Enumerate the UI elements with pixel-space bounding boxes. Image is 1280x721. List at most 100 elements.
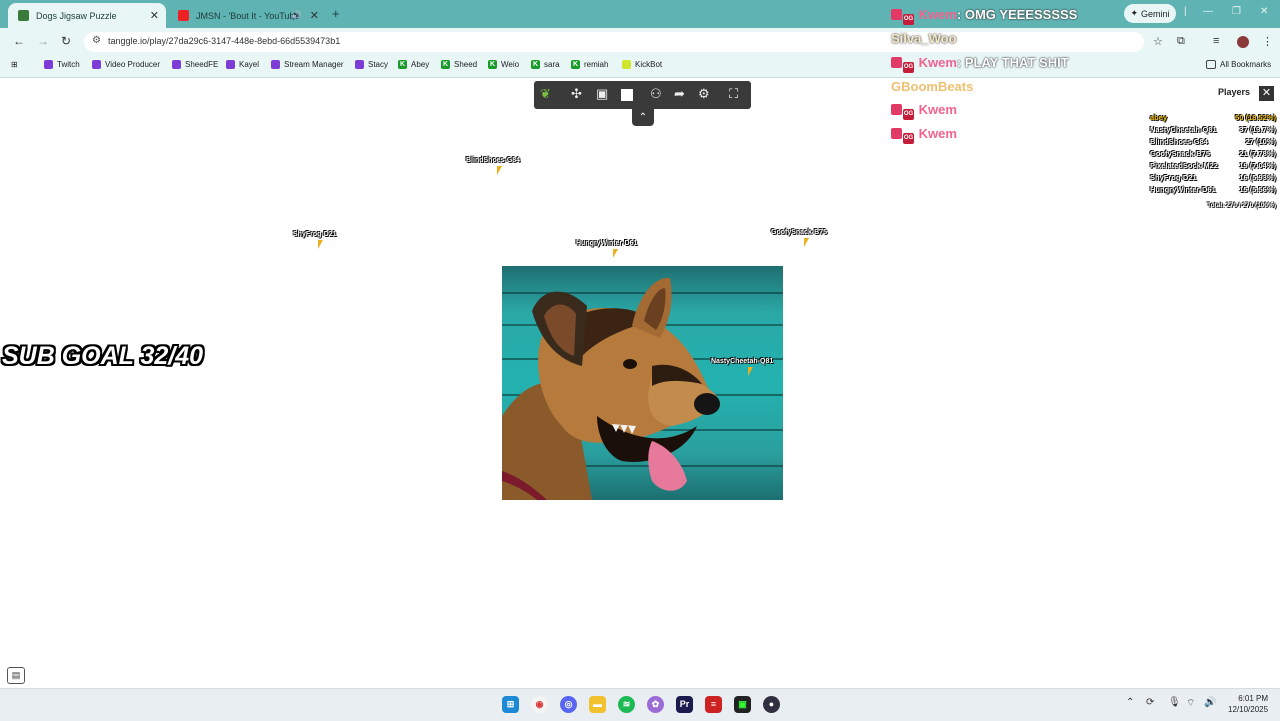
twitch-icon bbox=[172, 60, 181, 69]
og-badge-icon: OG bbox=[903, 133, 914, 144]
fullscreen-icon[interactable]: ⛶ bbox=[729, 86, 738, 102]
media-icon[interactable]: ≡ bbox=[1213, 35, 1219, 47]
background-color-icon[interactable] bbox=[621, 89, 633, 101]
share-icon[interactable]: ➦ bbox=[674, 86, 685, 102]
volume-icon[interactable]: 🔊 bbox=[1204, 697, 1216, 708]
file-explorer-icon[interactable]: ▬ bbox=[589, 696, 606, 713]
chat-message: OG Kwem ABEY THIS WAS IT bbox=[891, 102, 1078, 120]
cursor-arrow-icon bbox=[613, 249, 618, 258]
new-tab-button[interactable]: + bbox=[332, 6, 340, 21]
puzzle-favicon-icon bbox=[18, 10, 29, 21]
kick-app-icon[interactable]: ▣ bbox=[734, 696, 751, 713]
dog-illustration bbox=[502, 277, 720, 500]
chat-badge-icon bbox=[891, 9, 902, 20]
collapse-toolbar-button[interactable]: ⌃ bbox=[632, 109, 654, 126]
cursor-arrow-icon bbox=[497, 166, 502, 175]
bookmark-sheed[interactable]: K Sheed bbox=[441, 60, 477, 69]
speaker-icon[interactable]: 🔊 bbox=[291, 10, 302, 21]
menu-icon[interactable]: ⋮ bbox=[1262, 35, 1273, 48]
player-score: 21 (7.78%) bbox=[1239, 149, 1276, 158]
forward-arrow-icon[interactable]: → bbox=[37, 34, 49, 48]
player-cursor: HungryWinter-D61 bbox=[576, 240, 637, 258]
completed-puzzle-image[interactable] bbox=[502, 266, 783, 500]
obs-icon[interactable]: ● bbox=[763, 696, 780, 713]
windows-start-icon[interactable]: ⊞ bbox=[502, 696, 519, 713]
close-players-button[interactable]: ✕ bbox=[1259, 86, 1274, 101]
discord-icon[interactable]: ◎ bbox=[560, 696, 577, 713]
extensions-icon[interactable]: ⧉ bbox=[1177, 35, 1185, 48]
gemini-button[interactable]: ✦ Gemini bbox=[1124, 4, 1176, 23]
bookmark-kickbot[interactable]: KickBot bbox=[622, 60, 662, 69]
clock-time: 6:01 PM bbox=[1238, 694, 1268, 703]
sound-mixer-icon[interactable]: ≡ bbox=[705, 696, 722, 713]
cursor-label: GoofySnack-B75 bbox=[771, 229, 828, 236]
cursor-label: NastyCheetah-Q81 bbox=[711, 358, 774, 365]
bookmark-kayel[interactable]: Kayel bbox=[226, 60, 259, 69]
tray-app-icon[interactable]: ⟳ bbox=[1146, 697, 1154, 708]
bookmark-sara[interactable]: Ksara bbox=[531, 60, 560, 69]
bookmark-sheedfe[interactable]: SheedFE bbox=[172, 60, 218, 69]
bookmark-weio[interactable]: K Weio bbox=[488, 60, 519, 69]
wifi-icon[interactable]: ⌔ bbox=[1186, 697, 1195, 710]
bookmark-stream-manager[interactable]: Stream Manager bbox=[271, 60, 344, 69]
player-score: 16 (5.93%) bbox=[1239, 173, 1276, 182]
premiere-icon[interactable]: Pr bbox=[676, 696, 693, 713]
twitch-icon bbox=[355, 60, 364, 69]
bookmark-abey[interactable]: K Abey bbox=[398, 60, 429, 69]
chat-text: : OMG YEEESSSSS bbox=[956, 7, 1078, 22]
all-bookmarks-button[interactable]: All Bookmarks bbox=[1206, 60, 1271, 69]
player-name: GoofySnack-B75 bbox=[1150, 149, 1211, 158]
puzzle-canvas[interactable]: ❦ ✣ ▣ ⚇ ➦ ⚙ ⛶ ⌃ BlindShoes-G84 ShyFrog-D… bbox=[0, 7, 1280, 688]
players-icon[interactable]: ⚇ bbox=[650, 86, 662, 102]
og-badge-icon: OG bbox=[903, 14, 914, 25]
twitch-icon bbox=[226, 60, 235, 69]
bookmark-stacy[interactable]: Stacy bbox=[355, 60, 388, 69]
chat-username: Silva_Woo bbox=[891, 31, 957, 46]
microphone-icon[interactable]: 🎙 bbox=[1168, 697, 1181, 708]
settings-gear-icon[interactable]: ⚙ bbox=[698, 86, 710, 102]
reload-icon[interactable]: ↻ bbox=[61, 34, 71, 48]
back-arrow-icon[interactable]: ← bbox=[13, 34, 25, 48]
window-close-icon[interactable]: ✕ bbox=[1260, 6, 1268, 17]
site-info-icon[interactable]: ⚙ bbox=[92, 35, 101, 46]
cursor-arrow-icon bbox=[318, 240, 323, 249]
close-icon[interactable]: ✕ bbox=[310, 9, 319, 22]
profile-avatar[interactable] bbox=[1237, 36, 1249, 48]
star-icon[interactable]: ☆ bbox=[1153, 35, 1163, 48]
image-preview-icon[interactable]: ▣ bbox=[596, 86, 608, 102]
bookmark-video-producer[interactable]: Video Producer bbox=[92, 60, 160, 69]
close-icon[interactable]: ✕ bbox=[150, 9, 159, 22]
minimize-icon[interactable]: — bbox=[1203, 6, 1213, 17]
bookmark-remiah[interactable]: Kremiah bbox=[571, 60, 608, 69]
tab-dogs-jigsaw[interactable]: Dogs Jigsaw Puzzle ✕ bbox=[8, 3, 166, 28]
chat-text: : PLAY THAT SHIT bbox=[956, 55, 1069, 70]
bookmarks-bar: ⊞ Twitch Video Producer SheedFE Kayel St… bbox=[0, 56, 1280, 78]
tanggle-logo-icon: ❦ bbox=[540, 86, 551, 101]
chat-message: Silva_Woo fucking you go abey bbox=[891, 31, 1086, 46]
bookmark-twitch[interactable]: Twitch bbox=[44, 60, 80, 69]
tray-chevron-icon[interactable]: ⌃ bbox=[1126, 697, 1134, 708]
folder-icon bbox=[1206, 60, 1216, 69]
chat-toggle-button[interactable]: ▤ bbox=[7, 667, 25, 684]
tab-title: Dogs Jigsaw Puzzle bbox=[36, 10, 117, 21]
player-score: 19 (7.04%) bbox=[1239, 161, 1276, 170]
chrome-icon[interactable]: ◉ bbox=[531, 696, 548, 713]
bookmark-label: sara bbox=[544, 60, 560, 69]
chat-text: fucking you go abey bbox=[956, 31, 1086, 46]
tab-title: JMSN - 'Bout It - YouTube bbox=[196, 10, 300, 21]
player-row: HungryWinter-D61 15 (5.56%) bbox=[1150, 185, 1276, 194]
players-title: Players bbox=[1218, 87, 1251, 97]
system-clock[interactable]: 6:01 PM 12/10/2025 bbox=[1228, 693, 1268, 715]
apps-grid-icon[interactable]: ⊞ bbox=[11, 60, 18, 69]
player-score: 27 (10%) bbox=[1245, 137, 1276, 146]
player-score: 37 (13.7%) bbox=[1239, 125, 1276, 134]
player-row: abey 50 (18.52%) bbox=[1150, 113, 1276, 122]
player-name: ShyFrog-D21 bbox=[1150, 173, 1197, 182]
copilot-icon[interactable]: ✿ bbox=[647, 696, 664, 713]
bookmark-label: KickBot bbox=[635, 60, 663, 69]
puzzle-piece-icon[interactable]: ✣ bbox=[571, 86, 582, 102]
og-badge-icon: OG bbox=[903, 62, 914, 73]
tab-youtube[interactable]: JMSN - 'Bout It - YouTube 🔊 ✕ bbox=[168, 3, 326, 28]
restore-icon[interactable]: ❐ bbox=[1232, 6, 1241, 17]
spotify-icon[interactable]: ≋ bbox=[618, 696, 635, 713]
